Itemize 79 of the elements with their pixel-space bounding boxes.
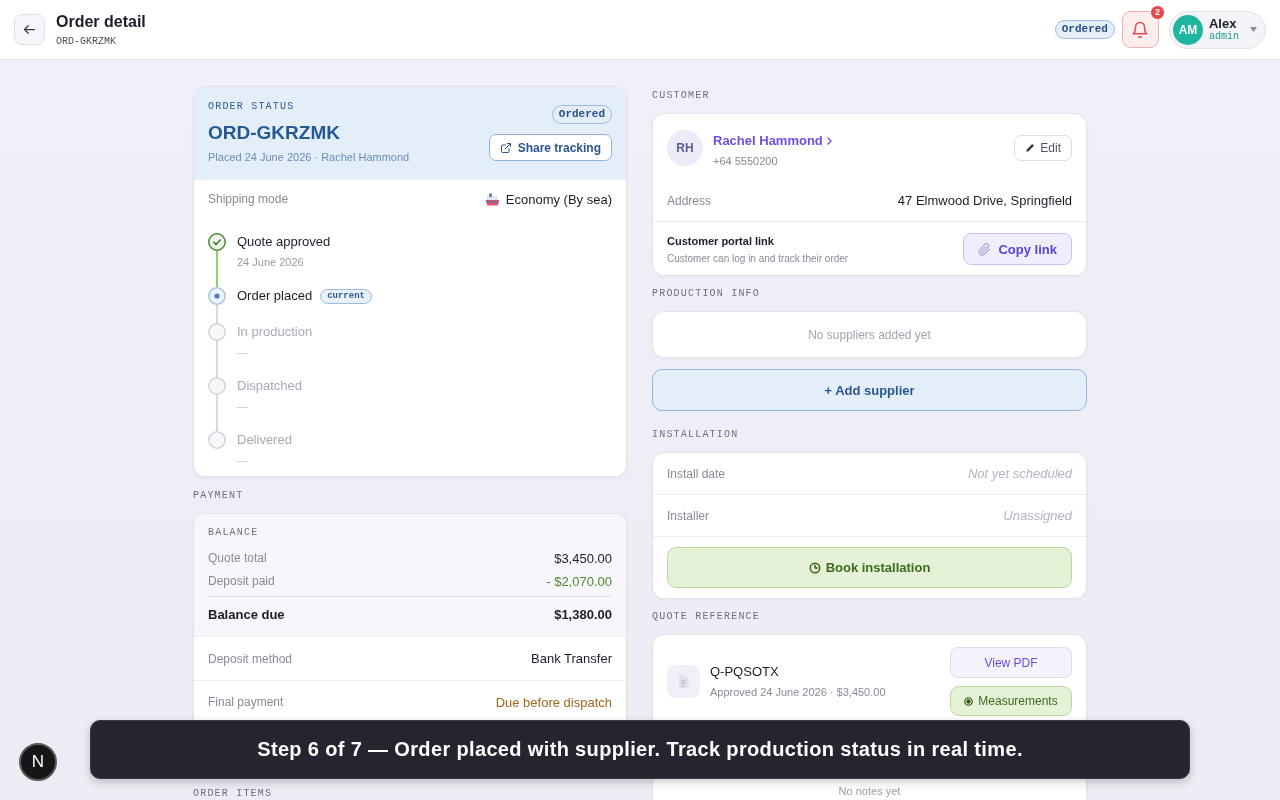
add-supplier-button[interactable]: + Add supplier [652,369,1087,411]
status-badge: Ordered [1054,20,1115,39]
external-link-icon [499,141,512,154]
section-label: INSTALLATION [652,429,739,441]
total-value: $1,380.00 [554,606,612,622]
measurements-button[interactable]: Measurements [950,686,1072,716]
field-label: Address [667,193,712,208]
section-caption: ORDER STATUS [208,101,295,113]
paperclip-icon [978,242,992,256]
user-avatar: AM [1173,14,1203,45]
portal-link-title: Customer portal link [667,233,774,248]
field-value: Due before dispatch [495,694,612,710]
book-installation-button[interactable]: Book installation [667,547,1072,588]
step-detail: — [237,453,248,467]
step-label: Quote approved [237,233,331,251]
tour-toast: Step 6 of 7 — Order placed with supplier. Track production status in real time. [90,720,1190,779]
user-name: Alex [1209,16,1237,31]
field-label: Shipping mode [208,192,289,206]
field-label: Quote total [208,551,267,565]
view-pdf-button[interactable]: View PDF [950,647,1072,678]
clock-icon [808,561,821,574]
order-reference: ORD-GKRZMK [56,35,116,48]
chevron-right-icon [826,136,832,145]
step-label: Order placed [237,287,313,305]
pencil-icon [1025,143,1036,153]
share-tracking-button[interactable]: Share tracking [488,134,612,161]
empty-message: No suppliers added yet [808,327,931,342]
section-label: PRODUCTION INFO [652,288,760,300]
customer-avatar: RH [667,130,703,166]
status-badge: Ordered [551,105,612,124]
bell-icon [1131,20,1150,39]
customer-name-link[interactable]: Rachel Hammond [713,132,832,149]
field-value: Bank Transfer [531,651,612,666]
edit-button[interactable]: Edit [1014,135,1072,161]
total-label: Balance due [208,606,285,622]
field-label: Deposit method [208,651,293,666]
caret-icon [1250,27,1257,32]
radio-dot-icon [964,696,974,706]
ship-icon [484,192,500,206]
customer-phone: +64 5550200 [713,154,778,168]
field-value: - $2,070.00 [546,573,612,589]
field-label: Install date [667,466,726,481]
timeline-connector [216,305,218,323]
user-role: admin [1209,31,1239,43]
field-value: Not yet scheduled [967,466,1072,481]
page-title: Order detail [56,11,146,32]
step-detail: — [237,345,248,359]
notifications-button[interactable] [1122,11,1159,48]
portal-link-description: Customer can log in and track their order [667,251,849,265]
quote-meta: Approved 24 June 2026 · $3,450.00 [710,685,886,699]
field-label: Final payment [208,695,284,709]
step-label: Delivered [237,431,292,449]
back-button[interactable] [14,14,45,45]
current-tag: current [320,288,372,304]
timeline-connector [216,395,218,431]
step-label: Dispatched [237,377,303,395]
quote-id: Q-PQSOTX [710,664,779,680]
order-meta: Placed 24 June 2026 · Rachel Hammond [208,150,410,164]
field-label: Installer [667,508,710,523]
section-label: QUOTE REFERENCE [652,611,760,623]
step-detail: — [237,399,248,413]
section-label: ORDER ITEMS [193,788,273,800]
timeline-connector [216,341,218,377]
address-value: 47 Elmwood Drive, Springfield [897,193,1072,208]
order-id: ORD-GKRZMK [208,121,340,145]
arrow-left-icon [22,22,37,37]
step-detail: 24 June 2026 [237,255,304,269]
section-caption: BALANCE [208,527,259,539]
field-value: Unassigned [1003,508,1072,523]
empty-message: No notes yet [838,784,901,798]
section-label: CUSTOMER [652,90,710,102]
field-value: $3,450.00 [554,550,612,566]
section-label: PAYMENT [193,490,244,502]
shipping-mode: Economy (By sea) [505,191,612,207]
step-label: In production [237,323,313,341]
copy-link-button[interactable]: Copy link [963,233,1072,265]
field-label: Deposit paid [208,574,275,588]
timeline-connector [216,251,218,287]
document-icon [667,665,700,698]
